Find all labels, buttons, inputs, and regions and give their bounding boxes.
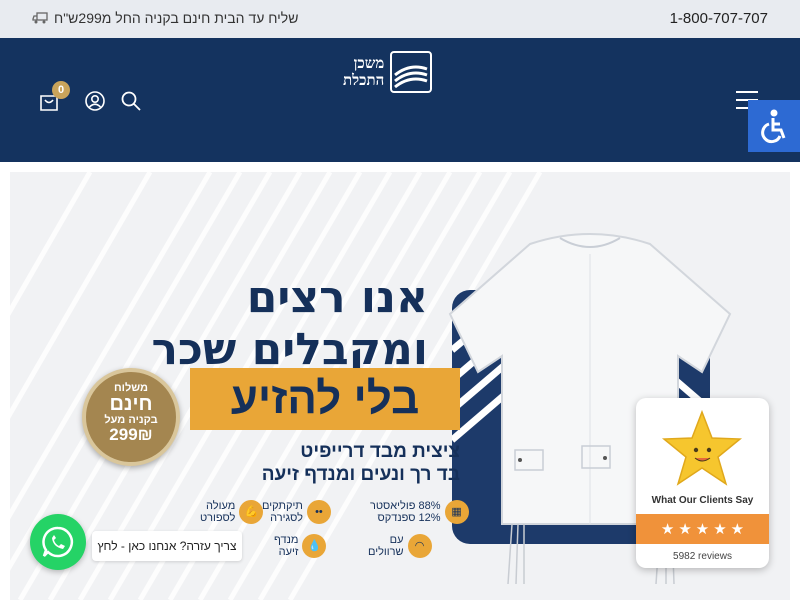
hero-headline: אנו רצים ומקבלים שכר [152, 272, 428, 376]
wheelchair-icon [761, 109, 786, 144]
star-icon: ★ [730, 521, 745, 538]
sleeve-icon: ◠ [407, 534, 432, 558]
cart-count-badge: 0 [52, 81, 70, 99]
header-icons: 0 [38, 81, 142, 112]
star-icon: ★ [713, 521, 727, 538]
accessibility-button[interactable] [748, 100, 800, 152]
star-icon: ★ [660, 521, 675, 538]
seal-line4: 299₪ [109, 425, 153, 444]
whatsapp-help-label[interactable]: צריך עזרה? אנחנו כאן - לחץ [92, 531, 242, 561]
reviews-widget[interactable]: What Our Clients Say ★ ★ ★ ★ ★ 5982 reviews [636, 398, 769, 568]
site-logo[interactable]: משכן התכלת [343, 50, 459, 94]
muscle-icon: 💪 [239, 500, 264, 524]
cart-button[interactable]: 0 [38, 81, 70, 112]
feature-fabric: ▦ 88% פוליאסטר 12% ספנדקס [370, 500, 469, 524]
reviews-title: What Our Clients Say [651, 495, 754, 506]
snap-icon: •• [306, 500, 331, 524]
search-button[interactable] [120, 90, 142, 112]
feature-sport: 💪 מעולה לספורט [200, 500, 264, 524]
logo-line2: התכלת [343, 71, 385, 89]
logo-mark-icon [390, 51, 433, 93]
seal-line2: חינם [109, 393, 153, 415]
headline-line1: אנו רצים [246, 272, 428, 323]
reviews-count: 5982 reviews [673, 551, 732, 562]
user-icon [85, 91, 105, 111]
free-shipping-seal: משלוח חינם בקניה מעל 299₪ [82, 368, 180, 466]
feature-wicking: 💧 מנדף זיעה [274, 534, 327, 558]
account-button[interactable] [84, 90, 106, 112]
subtitle-line2: בד רך ונעים ומנדף זיעה [261, 464, 460, 485]
site-header: 0 משכן התכלת [0, 38, 800, 162]
drop-icon: 💧 [302, 534, 327, 558]
logo-text: משכן התכלת [343, 55, 384, 89]
shipping-notice: שליח עד הבית חינם בקניה החל מ299ש"ח [32, 10, 298, 26]
hero-subtitle: ציצית מבד דרייפיט בד רך ונעים ומנדף זיעה [200, 440, 460, 486]
logo-line1: משכן [353, 54, 385, 72]
phone-link[interactable]: 1-800-707-707 [670, 10, 768, 27]
top-bar: שליח עד הבית חינם בקניה החל מ299ש"ח 1-80… [0, 0, 800, 38]
shipping-text: שליח עד הבית חינם בקניה החל מ299ש"ח [54, 10, 299, 26]
truck-icon [32, 12, 48, 24]
feature-sleeves: ◠ עם שרוולים [368, 534, 432, 558]
fabric-icon: ▦ [444, 500, 469, 524]
hamburger-icon [736, 91, 758, 93]
rating-stars: ★ ★ ★ ★ ★ [636, 514, 769, 544]
whatsapp-icon [42, 526, 74, 558]
star-icon: ★ [695, 521, 710, 538]
feature-snaps: •• תיקתקים לסגירה [262, 500, 331, 524]
search-icon [121, 91, 141, 111]
star-icon: ★ [678, 521, 692, 538]
whatsapp-button[interactable] [30, 514, 86, 570]
highlight-banner: בלי להזיע [190, 368, 460, 430]
subtitle-line1: ציצית מבד דרייפיט [300, 441, 460, 462]
star-mascot-icon [661, 409, 743, 486]
